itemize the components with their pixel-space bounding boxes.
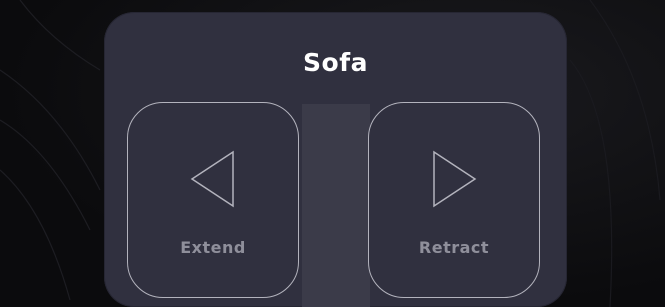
sofa-control-panel: Sofa Extend Retract	[104, 12, 567, 307]
screen: Sofa Extend Retract	[0, 0, 665, 307]
extend-button[interactable]: Extend	[127, 102, 299, 298]
retract-button-label: Retract	[418, 238, 490, 257]
panel-title: Sofa	[303, 48, 368, 77]
extend-button-label: Extend	[180, 238, 246, 257]
triangle-right-icon	[433, 150, 477, 208]
button-bridge	[302, 104, 370, 307]
retract-button[interactable]: Retract	[368, 102, 540, 298]
triangle-left-icon	[190, 150, 234, 208]
